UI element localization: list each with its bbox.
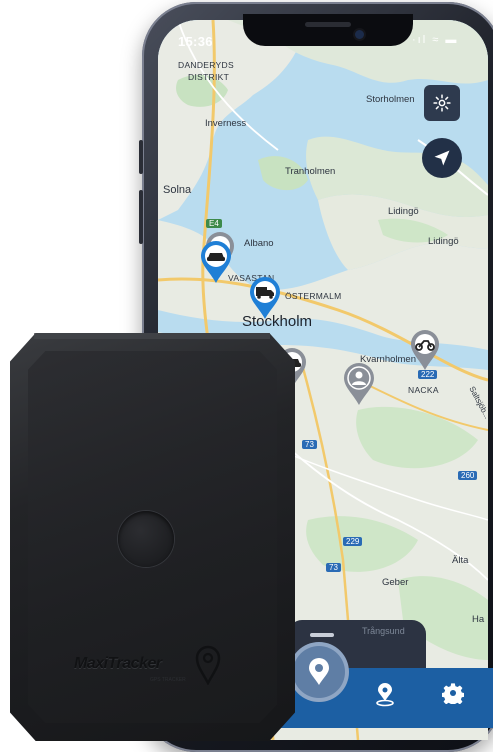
front-camera	[355, 30, 364, 39]
map-label: Trångsund	[362, 626, 405, 636]
gps-tracker-device: MaxiTracker GPS TRACKER	[10, 333, 295, 741]
device-power-button	[118, 511, 174, 567]
map-settings-button[interactable]	[424, 85, 460, 121]
vehicle-marker-truck[interactable]	[248, 276, 282, 325]
nav-locations-button[interactable]	[370, 680, 400, 710]
vehicle-marker-car[interactable]	[199, 240, 233, 289]
status-icons: ·ıl ≈ ▬	[412, 34, 459, 46]
status-time: 15:36	[178, 34, 213, 49]
gear-icon	[442, 683, 464, 704]
route-badge: 73	[326, 563, 341, 572]
navigation-arrow-icon	[434, 150, 450, 166]
route-badge: E4	[206, 219, 222, 228]
phone-side-button	[139, 190, 143, 244]
sheet-handle[interactable]	[310, 633, 334, 637]
phone-speaker	[305, 22, 351, 27]
locate-me-button[interactable]	[422, 138, 462, 178]
map-label: Storholmen	[366, 94, 415, 105]
map-label: Albano	[244, 238, 274, 249]
device-logo: MaxiTracker	[74, 655, 162, 672]
map-label: Älta	[452, 555, 469, 566]
car-icon	[207, 253, 225, 261]
phone-side-button	[139, 140, 143, 174]
person-marker[interactable]	[342, 362, 376, 411]
map-label: DISTRIKT	[188, 72, 230, 82]
phone-notch	[243, 14, 413, 46]
map-label: Solna	[163, 184, 192, 196]
logo-pin-icon	[195, 645, 221, 685]
nav-settings-button[interactable]	[438, 678, 468, 708]
vehicle-marker-motorcycle[interactable]	[409, 329, 441, 376]
map-label: DANDERYDS	[178, 60, 234, 70]
location-pin-icon	[376, 683, 394, 707]
route-badge: 229	[343, 537, 363, 546]
map-label: ÖSTERMALM	[285, 291, 342, 301]
nav-map-view-button[interactable]	[293, 646, 345, 698]
route-badge: 73	[302, 440, 317, 449]
route-badge: 260	[458, 471, 478, 480]
device-logo-sub: GPS TRACKER	[150, 677, 186, 683]
device-edge	[34, 333, 270, 339]
gear-icon	[433, 94, 451, 112]
map-label: Lidingö	[388, 206, 419, 217]
map-label: Ha	[472, 614, 485, 625]
map-label: Lidingö	[428, 236, 459, 247]
map-label: Geber	[382, 577, 409, 588]
map-label: Tranholmen	[285, 166, 336, 177]
map-label: NACKA	[408, 385, 439, 395]
map-label: Inverness	[205, 118, 247, 129]
map-pin-icon	[309, 658, 329, 685]
